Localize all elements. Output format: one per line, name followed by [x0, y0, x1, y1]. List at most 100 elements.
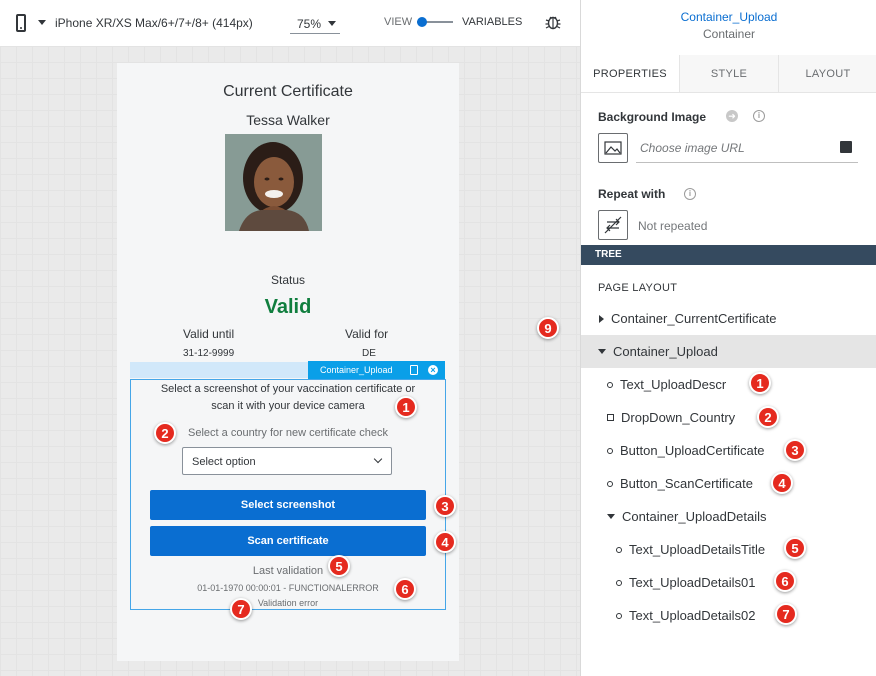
tree-header-bar: TREE [581, 245, 876, 265]
collapse-icon[interactable] [598, 349, 606, 354]
tab-properties[interactable]: PROPERTIES [581, 55, 679, 92]
variables-label: VARIABLES [462, 16, 523, 28]
valid-until-label: Valid until [183, 327, 235, 341]
text-node-icon [616, 546, 622, 553]
info-icon[interactable]: i [753, 110, 765, 122]
scan-certificate-button[interactable]: Scan certificate [150, 526, 426, 556]
image-picker-button[interactable] [598, 133, 628, 163]
button-node-icon [607, 480, 613, 487]
tree-item-label: Container_CurrentCertificate [611, 311, 777, 326]
tree-item-text-uploaddescr[interactable]: Text_UploadDescr [581, 368, 876, 401]
tree-item-container-currentcertificate[interactable]: Container_CurrentCertificate [581, 302, 876, 335]
holder-name: Tessa Walker [246, 112, 330, 128]
marker-2: 2 [154, 422, 176, 444]
background-image-label: Background Image [598, 110, 707, 124]
tree-item-dropdown-country[interactable]: DropDown_Country [581, 401, 876, 434]
country-dropdown[interactable]: Select option [182, 447, 392, 475]
marker-3: 3 [434, 495, 456, 517]
switch-knob[interactable] [417, 17, 427, 27]
tree-item-label: Text_UploadDetails02 [629, 608, 756, 623]
panel-title[interactable]: Container_Upload [581, 10, 876, 24]
image-icon [604, 141, 622, 155]
tree-marker-6: 6 [774, 570, 796, 592]
select-screenshot-button[interactable]: Select screenshot [150, 490, 426, 520]
tree-item-label: Button_ScanCertificate [620, 476, 753, 491]
tree-item-label: DropDown_Country [621, 410, 736, 425]
marker-4: 4 [434, 531, 456, 553]
button-node-icon [607, 447, 613, 454]
valid-for-label: Valid for [345, 327, 389, 341]
phone-preview[interactable]: Current Certificate Tessa Walker Status … [117, 63, 459, 661]
repeat-with-label: Repeat with [598, 187, 666, 201]
status-value: Valid [264, 296, 312, 318]
marker-6: 6 [394, 578, 416, 600]
certificate-title: Current Certificate [223, 83, 353, 100]
tree-item-label: Text_UploadDetailsTitle [629, 542, 766, 557]
navigate-arrow-icon[interactable]: ➜ [726, 110, 738, 122]
tree-marker-1: 1 [749, 372, 771, 394]
portrait-image [225, 134, 322, 231]
zoom-caret-icon [328, 21, 336, 26]
zoom-selector[interactable]: 75% [290, 14, 340, 34]
tree-marker-7: 7 [775, 603, 797, 625]
selection-tag-label: Container_Upload [320, 365, 393, 375]
view-label: VIEW [384, 16, 413, 28]
text-node-icon [616, 612, 622, 619]
selection-tag[interactable]: Container_Upload × [308, 361, 445, 379]
tree-marker-5: 5 [784, 537, 806, 559]
status-label: Status [270, 273, 306, 287]
tree-marker-3: 3 [784, 439, 806, 461]
device-caret-icon[interactable] [38, 20, 46, 25]
tree-item-button-uploadcertificate[interactable]: Button_UploadCertificate [581, 434, 876, 467]
repeat-info-icon[interactable]: i [684, 188, 696, 200]
country-dropdown-value: Select option [192, 456, 256, 468]
marker-9: 9 [537, 317, 559, 339]
valid-for-value: DE [362, 348, 376, 359]
dropdown-node-icon [607, 414, 614, 421]
tree-item-label: Container_UploadDetails [622, 509, 767, 524]
tree-marker-2: 2 [757, 406, 779, 428]
repeat-value: Not repeated [638, 219, 708, 233]
close-icon[interactable]: × [428, 365, 438, 375]
page-layout-label: PAGE LAYOUT [598, 282, 678, 294]
no-repeat-icon [604, 216, 622, 234]
canvas-toolbar: iPhone XR/XS Max/6+/7+/8+ (414px) 75% VI… [0, 0, 580, 46]
panel-tabs: PROPERTIES STYLE LAYOUT [581, 55, 876, 93]
debug-bug-icon[interactable] [544, 13, 562, 31]
valid-until-value: 31-12-9999 [183, 348, 235, 359]
image-url-input[interactable]: Choose image URL [636, 135, 858, 163]
zoom-label: 75% [297, 17, 322, 31]
expand-icon[interactable] [599, 314, 604, 323]
tree-item-label: Text_UploadDetails01 [629, 575, 756, 590]
tree-item-label: Button_UploadCertificate [620, 443, 765, 458]
tree-item-button-scancertificate[interactable]: Button_ScanCertificate [581, 467, 876, 500]
tree-item-text-uploaddetails01[interactable]: Text_UploadDetails01 [581, 566, 876, 599]
collapse-icon[interactable] [607, 514, 615, 519]
marker-1: 1 [395, 396, 417, 418]
tree-marker-4: 4 [771, 472, 793, 494]
copy-icon[interactable] [410, 365, 418, 375]
image-browse-icon[interactable] [840, 141, 852, 153]
design-canvas[interactable]: Current Certificate Tessa Walker Status … [0, 46, 580, 676]
image-url-placeholder: Choose image URL [640, 141, 745, 155]
tree-item-label: Container_Upload [613, 344, 718, 359]
view-variables-switch[interactable] [417, 17, 453, 27]
tab-style[interactable]: STYLE [679, 55, 778, 92]
tree-item-text-uploaddetails02[interactable]: Text_UploadDetails02 [581, 599, 876, 632]
profile-photo [225, 134, 322, 231]
last-validation-title: Last validation [252, 565, 324, 577]
tree-item-label: Text_UploadDescr [620, 377, 727, 392]
phone-icon[interactable] [16, 14, 26, 32]
tree-item-text-uploaddetailstitle[interactable]: Text_UploadDetailsTitle [581, 533, 876, 566]
text-node-icon [607, 381, 613, 388]
tree-item-container-uploaddetails[interactable]: Container_UploadDetails [581, 500, 876, 533]
panel-subtitle: Container [702, 27, 756, 41]
app-root: iPhone XR/XS Max/6+/7+/8+ (414px) 75% VI… [0, 0, 876, 676]
tree-item-container-upload[interactable]: Container_Upload [581, 335, 876, 368]
tab-layout[interactable]: LAYOUT [778, 55, 876, 92]
device-selector[interactable]: iPhone XR/XS Max/6+/7+/8+ (414px) [55, 16, 253, 30]
text-node-icon [616, 579, 622, 586]
repeat-picker-button[interactable] [598, 210, 628, 240]
marker-5: 5 [328, 555, 350, 577]
properties-panel: Container_Upload Container PROPERTIES ST… [580, 0, 876, 676]
